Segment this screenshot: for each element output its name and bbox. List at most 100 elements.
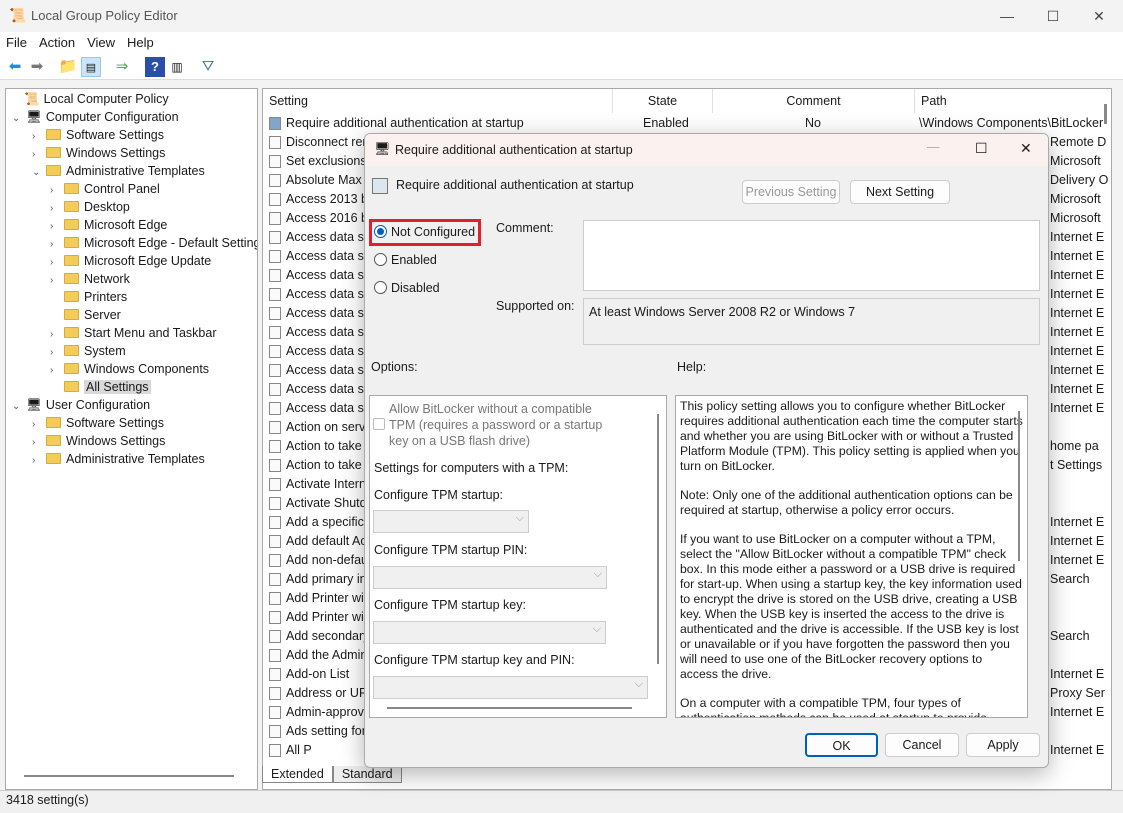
radio-icon bbox=[374, 253, 387, 266]
tree-item-label: Software Settings bbox=[66, 416, 164, 430]
allow-bitlocker-checkbox[interactable] bbox=[373, 418, 385, 430]
tree-item[interactable]: › Windows Components bbox=[50, 360, 209, 378]
tpm-key-pin-select[interactable] bbox=[373, 676, 648, 699]
expand-arrow-icon[interactable]: ⌄ bbox=[12, 398, 26, 416]
expand-arrow-icon[interactable]: ⌄ bbox=[32, 164, 46, 182]
cell-comment: No bbox=[805, 116, 821, 130]
radio-icon bbox=[374, 281, 387, 294]
options-horizontal-scrollbar[interactable] bbox=[387, 707, 632, 709]
forward-icon[interactable]: ➡ bbox=[27, 57, 47, 77]
filter-icon[interactable]: ⛛ bbox=[198, 57, 218, 77]
minimize-button[interactable]: — bbox=[984, 0, 1030, 32]
folder-icon bbox=[64, 183, 79, 194]
help-scrollbar[interactable] bbox=[1018, 411, 1020, 561]
cancel-button[interactable]: Cancel bbox=[885, 733, 959, 757]
expand-arrow-icon[interactable]: › bbox=[32, 452, 46, 470]
help-paragraph: If you want to use BitLocker on a comput… bbox=[680, 532, 1022, 681]
column-header-setting[interactable]: Setting bbox=[263, 89, 613, 113]
radio-not-configured[interactable]: Not Configured bbox=[374, 225, 475, 239]
tab-extended[interactable]: Extended bbox=[262, 766, 333, 783]
back-icon[interactable]: ⬅ bbox=[5, 57, 25, 77]
cell-state: Enabled bbox=[643, 116, 689, 130]
help-icon[interactable]: ? bbox=[145, 57, 165, 77]
cell-path: Internet E bbox=[1050, 249, 1105, 263]
cell-name: Add non-defau bbox=[286, 553, 369, 567]
next-setting-button[interactable]: Next Setting bbox=[850, 180, 950, 204]
radio-enabled[interactable]: Enabled bbox=[374, 253, 437, 267]
maximize-button[interactable]: ☐ bbox=[1030, 0, 1076, 32]
cell-path: Internet E bbox=[1050, 534, 1105, 548]
column-header-state[interactable]: State bbox=[613, 89, 713, 113]
tree-item[interactable]: Server bbox=[50, 306, 121, 324]
tree-item[interactable]: 📜 Local Computer Policy bbox=[10, 90, 169, 108]
cell-name: Admin-approv bbox=[286, 705, 364, 719]
table-row[interactable]: Require additional authentication at sta… bbox=[263, 114, 1111, 133]
tree-item[interactable]: › Microsoft Edge Update bbox=[50, 252, 211, 270]
tree-item[interactable]: ⌄ Administrative Templates bbox=[32, 162, 205, 180]
tree-item[interactable]: › Windows Settings bbox=[32, 432, 165, 450]
menu-view[interactable]: View bbox=[81, 32, 121, 50]
app-scroll-icon: 📜 bbox=[9, 7, 27, 23]
tree-item-label: System bbox=[84, 344, 126, 358]
tab-standard[interactable]: Standard bbox=[332, 766, 402, 783]
close-button[interactable]: ✕ bbox=[1076, 0, 1122, 32]
show-hide-tree-icon[interactable]: ▤ bbox=[81, 57, 101, 77]
tree-item[interactable]: › Software Settings bbox=[32, 126, 164, 144]
cell-name: Address or URL bbox=[286, 686, 375, 700]
ok-button[interactable]: OK bbox=[805, 733, 878, 757]
comment-textarea[interactable] bbox=[583, 220, 1040, 291]
policy-scroll-icon: 📜 bbox=[24, 92, 40, 106]
cell-path: Internet E bbox=[1050, 268, 1105, 282]
cell-path: Internet E bbox=[1050, 325, 1105, 339]
export-list-icon[interactable]: ⇒ bbox=[112, 57, 132, 77]
cell-path: Microsoft bbox=[1050, 211, 1101, 225]
tree-item[interactable]: › Microsoft Edge bbox=[50, 216, 167, 234]
folder-icon bbox=[64, 291, 79, 302]
folder-icon bbox=[46, 453, 61, 464]
column-header-comment[interactable]: Comment bbox=[713, 89, 915, 113]
options-vertical-scrollbar[interactable] bbox=[657, 414, 659, 664]
previous-setting-button[interactable]: Previous Setting bbox=[742, 180, 840, 204]
tree-item[interactable]: › Windows Settings bbox=[32, 144, 165, 162]
tree-item[interactable]: ⌄ 🖥 Computer Configuration bbox=[12, 108, 179, 126]
tpm-startup-select[interactable] bbox=[373, 510, 529, 533]
tree-item-label: All Settings bbox=[84, 380, 151, 394]
tree-item[interactable]: › Microsoft Edge - Default Settings bbox=[50, 234, 258, 252]
tree-item[interactable]: Printers bbox=[50, 288, 127, 306]
tree-item[interactable]: All Settings bbox=[50, 378, 151, 396]
policy-setting-icon bbox=[269, 364, 281, 377]
column-header-path[interactable]: Path bbox=[915, 89, 1111, 113]
dialog-close-button[interactable]: ✕ bbox=[1020, 140, 1032, 157]
tree-item-label: Microsoft Edge - Default Settings bbox=[84, 236, 258, 250]
dialog-minimize-button[interactable]: — bbox=[927, 140, 940, 154]
menu-help[interactable]: Help bbox=[121, 32, 160, 50]
tree-item[interactable]: › Software Settings bbox=[32, 414, 164, 432]
tpm-pin-select[interactable] bbox=[373, 566, 607, 589]
tree-item[interactable]: › Desktop bbox=[50, 198, 130, 216]
menu-action[interactable]: Action bbox=[33, 32, 81, 50]
tpm-key-select[interactable] bbox=[373, 621, 606, 644]
up-folder-icon[interactable]: 📁 bbox=[58, 57, 78, 77]
tree-item[interactable]: › System bbox=[50, 342, 126, 360]
tree-horizontal-scrollbar[interactable] bbox=[24, 775, 234, 777]
show-hide-action-pane-icon[interactable]: ▥ bbox=[167, 57, 187, 77]
tree-item[interactable]: › Start Menu and Taskbar bbox=[50, 324, 216, 342]
radio-disabled[interactable]: Disabled bbox=[374, 281, 440, 295]
apply-button[interactable]: Apply bbox=[966, 733, 1040, 757]
folder-icon bbox=[64, 201, 79, 212]
policy-setting-dialog: 🖥 Require additional authentication at s… bbox=[364, 133, 1049, 768]
tree-item[interactable]: ⌄ 🖥 User Configuration bbox=[12, 396, 150, 414]
tree-item[interactable]: › Network bbox=[50, 270, 130, 288]
dialog-maximize-button[interactable]: ☐ bbox=[975, 140, 988, 157]
tree-item[interactable]: › Administrative Templates bbox=[32, 450, 205, 468]
folder-icon bbox=[64, 273, 79, 284]
list-scrollbar[interactable] bbox=[1104, 104, 1107, 124]
user-icon: 🖥 bbox=[26, 398, 42, 412]
tree-item[interactable]: › Control Panel bbox=[50, 180, 160, 198]
expand-arrow-icon[interactable]: ⌄ bbox=[12, 110, 26, 128]
menu-file[interactable]: File bbox=[0, 32, 33, 50]
window-title: Local Group Policy Editor bbox=[31, 8, 178, 23]
help-paragraph: On a computer with a compatible TPM, fou… bbox=[680, 696, 987, 718]
cell-path: Internet E bbox=[1050, 230, 1105, 244]
tpm-key-pin-label: Configure TPM startup key and PIN: bbox=[374, 653, 575, 667]
